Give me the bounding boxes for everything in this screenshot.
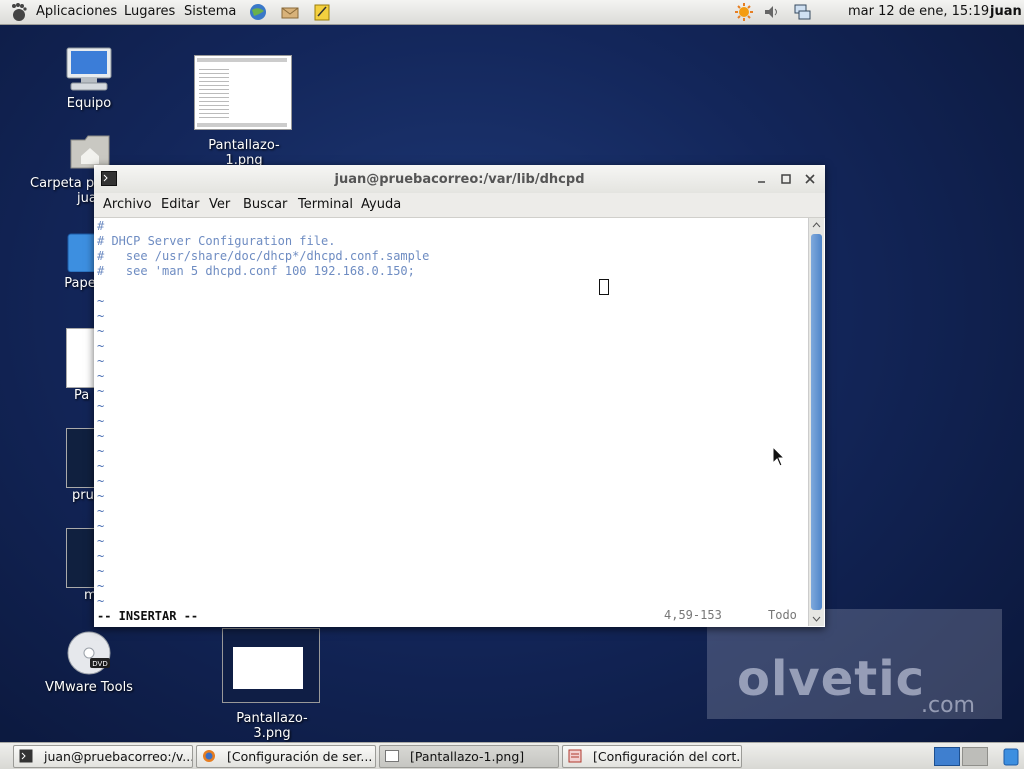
menu-aplicaciones[interactable]: Aplicaciones [36, 4, 117, 19]
empty-line-tilde: ~ [97, 429, 105, 443]
empty-line-tilde: ~ [97, 474, 105, 488]
empty-line-tilde: ~ [97, 444, 105, 458]
editor-line: # DHCP Server Configuration file. [97, 234, 336, 248]
trash-icon [67, 233, 99, 273]
terminal-text-area[interactable]: # # DHCP Server Configuration file. # se… [94, 218, 808, 627]
task-label: [Pantallazo-1.png] [410, 749, 525, 764]
menu-lugares[interactable]: Lugares [124, 4, 175, 19]
task-label: [Configuración de ser... [227, 749, 373, 764]
cursor-position: 4,59-153 [664, 608, 722, 622]
menu-buscar[interactable]: Buscar [243, 197, 287, 212]
text-cursor [599, 279, 609, 295]
desktop-icon-label: VMware Tools [45, 680, 133, 695]
terminal-menubar: Archivo Editar Ver Buscar Terminal Ayuda [94, 193, 825, 218]
editor-line: # [97, 219, 105, 233]
window-titlebar[interactable]: juan@pruebacorreo:/var/lib/dhcpd [94, 165, 825, 194]
close-icon[interactable] [804, 173, 816, 185]
menu-terminal[interactable]: Terminal [298, 197, 353, 212]
scroll-position: Todo [768, 608, 797, 622]
user-menu[interactable]: juan [990, 4, 1022, 19]
task-image-viewer[interactable]: [Pantallazo-1.png] [379, 745, 559, 768]
editor-mode: -- INSERTAR -- [97, 609, 199, 623]
menu-archivo[interactable]: Archivo [103, 197, 152, 212]
network-icon[interactable] [792, 2, 812, 22]
task-firefox[interactable]: [Configuración de ser... [196, 745, 376, 768]
desktop-icon-equipo[interactable]: Equipo [44, 46, 134, 111]
empty-line-tilde: ~ [97, 354, 105, 368]
empty-line-tilde: ~ [97, 369, 105, 383]
desktop-icon-label: Pantallazo-3.png [236, 711, 308, 741]
update-notifier-icon[interactable] [734, 2, 754, 22]
svg-text:DVD: DVD [92, 660, 107, 668]
empty-line-tilde: ~ [97, 324, 105, 338]
empty-line-tilde: ~ [97, 564, 105, 578]
clock[interactable]: mar 12 de ene, 15:19 [848, 4, 989, 19]
top-panel: Aplicaciones Lugares Sistema mar 12 de e… [0, 0, 1024, 25]
scroll-up-icon[interactable] [812, 221, 821, 229]
empty-line-tilde: ~ [97, 549, 105, 563]
empty-line-tilde: ~ [97, 459, 105, 473]
empty-line-tilde: ~ [97, 489, 105, 503]
bottom-taskbar: juan@pruebacorreo:/v... [Configuración d… [0, 742, 1024, 769]
dvd-icon: DVD [67, 631, 111, 675]
empty-line-tilde: ~ [97, 399, 105, 413]
watermark-text: olvetic [737, 651, 926, 707]
menu-editar[interactable]: Editar [161, 197, 200, 212]
empty-line-tilde: ~ [97, 534, 105, 548]
image-thumbnail-icon [194, 55, 292, 130]
empty-line-tilde: ~ [97, 294, 105, 308]
editor-line: # see 'man 5 dhcpd.conf 100 192.168.0.15… [97, 264, 415, 278]
empty-line-tilde: ~ [97, 519, 105, 533]
desktop-icon-label: Pantallazo-1.png [208, 138, 280, 168]
mouse-pointer-icon [772, 446, 786, 467]
window-title: juan@pruebacorreo:/var/lib/dhcpd [334, 172, 585, 187]
firefox-icon [203, 750, 215, 762]
task-label: [Configuración del cort... [593, 749, 742, 764]
watermark-subtext: .com [921, 693, 975, 718]
terminal-icon [19, 749, 33, 763]
desktop-icon-pantallazo-1[interactable]: Pantallazo-1.png [190, 55, 298, 168]
notes-icon[interactable] [312, 2, 332, 22]
empty-line-tilde: ~ [97, 414, 105, 428]
empty-line-tilde: ~ [97, 504, 105, 518]
workspace-1[interactable] [934, 747, 960, 766]
empty-line-tilde: ~ [97, 339, 105, 353]
empty-line-tilde: ~ [97, 309, 105, 323]
menu-ver[interactable]: Ver [209, 197, 230, 212]
minimize-icon[interactable] [756, 173, 768, 185]
document-icon [568, 749, 582, 763]
desktop-icon-vmware-tools[interactable]: DVD VMware Tools [40, 630, 138, 695]
empty-line-tilde: ~ [97, 579, 105, 593]
terminal-window[interactable]: juan@pruebacorreo:/var/lib/dhcpd Archivo… [94, 165, 825, 627]
task-label: juan@pruebacorreo:/v... [44, 749, 193, 764]
scrollbar-thumb[interactable] [811, 234, 822, 610]
editor-line: # see /usr/share/doc/dhcp*/dhcpd.conf.sa… [97, 249, 430, 263]
web-browser-icon[interactable] [248, 2, 268, 22]
empty-line-tilde: ~ [97, 384, 105, 398]
empty-line-tilde: ~ [97, 594, 105, 608]
image-thumbnail-icon [222, 628, 320, 703]
gnome-foot-icon[interactable] [8, 2, 28, 22]
menu-ayuda[interactable]: Ayuda [361, 197, 401, 212]
menu-sistema[interactable]: Sistema [184, 4, 236, 19]
volume-icon[interactable] [762, 2, 782, 22]
trash-applet-icon[interactable] [1002, 746, 1020, 766]
image-icon [385, 750, 399, 762]
workspace-2[interactable] [962, 747, 988, 766]
computer-icon [66, 47, 112, 91]
desktop-icon-pantallazo-3[interactable]: Pantallazo-3.png [218, 628, 326, 741]
scroll-down-icon[interactable] [812, 615, 821, 623]
scrollbar[interactable] [808, 218, 824, 626]
maximize-icon[interactable] [780, 173, 792, 185]
desktop-icon-label: Equipo [66, 96, 112, 111]
mail-icon[interactable] [280, 2, 300, 22]
task-config[interactable]: [Configuración del cort... [562, 745, 742, 768]
task-terminal[interactable]: juan@pruebacorreo:/v... [13, 745, 193, 768]
